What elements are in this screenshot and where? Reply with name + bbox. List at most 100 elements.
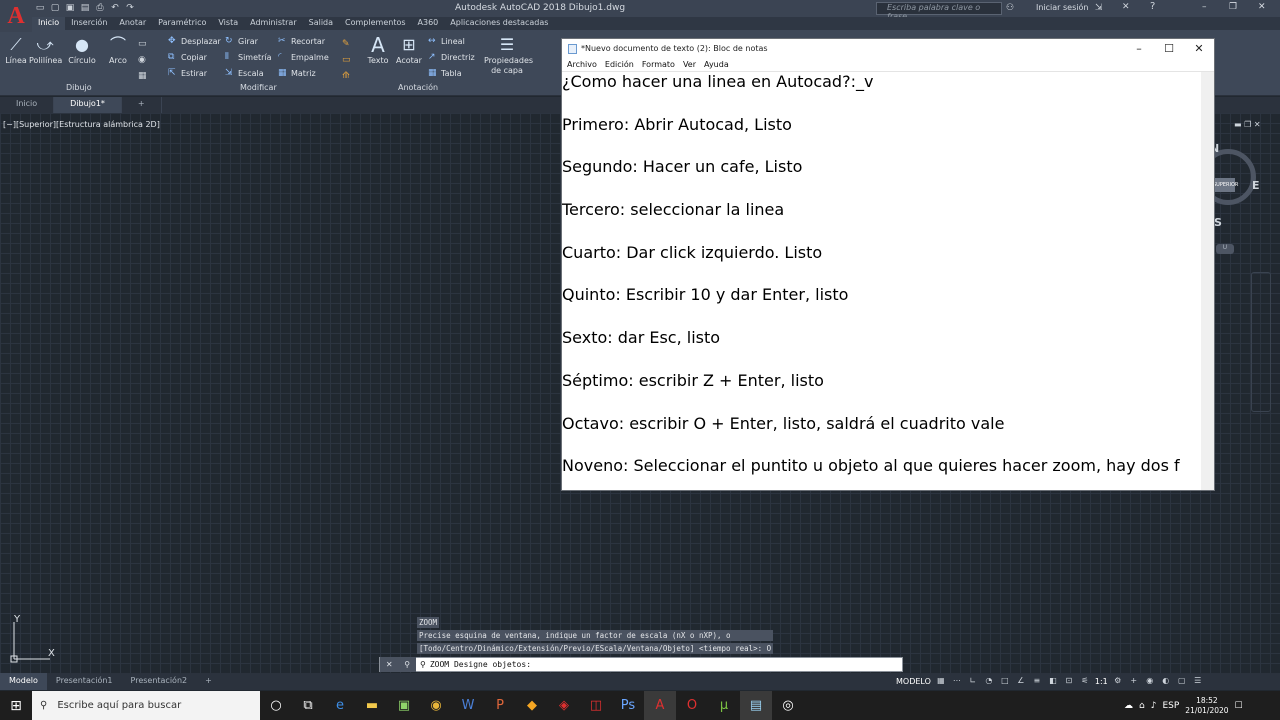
tab-a360[interactable]: A360: [412, 17, 445, 30]
close-command-icon[interactable]: ✕: [386, 660, 393, 669]
mirror-button[interactable]: ⫴ Simetría: [225, 52, 272, 62]
save-as-icon[interactable]: ▤: [79, 2, 91, 14]
move-button[interactable]: ✥ Desplazar: [168, 36, 221, 46]
menu-ver[interactable]: Ver: [683, 58, 701, 71]
menu-edicion[interactable]: Edición: [605, 58, 639, 71]
obs-icon[interactable]: ◎: [772, 691, 804, 720]
modify-extra-icons[interactable]: ✎ ▭ ⟰: [342, 36, 351, 84]
menu-ayuda[interactable]: Ayuda: [704, 58, 734, 71]
tab-anotar[interactable]: Anotar: [113, 17, 152, 30]
navigation-bar[interactable]: [1251, 272, 1271, 412]
file-explorer-icon[interactable]: ▬: [356, 691, 388, 720]
plus-icon[interactable]: +: [1128, 675, 1140, 687]
wcs-menu[interactable]: U: [1216, 244, 1234, 254]
trim-button[interactable]: ✂ Recortar: [278, 36, 325, 46]
redo-icon[interactable]: ↷: [124, 2, 136, 14]
autocad-icon[interactable]: A: [644, 691, 676, 720]
rotate-button[interactable]: ↻ Girar: [225, 36, 258, 46]
notepad-text-area[interactable]: ¿Como hacer una linea en Autocad?:_v Pri…: [562, 72, 1202, 490]
osnap-icon[interactable]: □: [999, 675, 1011, 687]
tab-inicio[interactable]: Inicio: [32, 17, 66, 30]
cart-icon[interactable]: ⇲: [1095, 3, 1103, 13]
layout-tab-modelo[interactable]: Modelo: [0, 673, 47, 690]
undo-icon[interactable]: ↶: [109, 2, 121, 14]
stretch-button[interactable]: ⇱ Estirar: [168, 68, 207, 78]
sticky-icon[interactable]: ◆: [516, 691, 548, 720]
new-icon[interactable]: ▭: [34, 2, 46, 14]
help-icon[interactable]: ?: [1150, 1, 1155, 12]
start-button[interactable]: ⊞: [0, 691, 32, 720]
customize-icon[interactable]: ⚲: [404, 660, 410, 669]
notepad-taskbar-icon[interactable]: ▤: [740, 691, 772, 720]
task-view-icon[interactable]: ⧉: [292, 691, 324, 720]
command-search-icon[interactable]: ⚲: [416, 660, 426, 669]
app-logo[interactable]: A: [0, 0, 32, 32]
line-tool[interactable]: ⟋ Línea: [0, 34, 32, 65]
chrome-icon[interactable]: ◉: [420, 691, 452, 720]
panel-dibujo[interactable]: Dibujo: [66, 83, 92, 92]
autodesk-app-icon[interactable]: ◈: [548, 691, 580, 720]
tab-salida[interactable]: Salida: [303, 17, 339, 30]
arc-tool[interactable]: ⌒ Arco: [102, 34, 134, 65]
layer-properties-tool[interactable]: ☰ Propiedades de capa: [484, 34, 533, 76]
settings-icon[interactable]: ⚙: [1112, 675, 1124, 687]
annotation-scale-icon[interactable]: ⚟: [1079, 675, 1091, 687]
exchange-icon[interactable]: ✕: [1122, 2, 1130, 12]
notepad-scrollbar[interactable]: [1201, 72, 1214, 490]
tab-parametrico[interactable]: Paramétrico: [152, 17, 212, 30]
layout-tab-presentacion2[interactable]: Presentación2: [122, 673, 197, 690]
opera-icon[interactable]: O: [676, 691, 708, 720]
command-prompt[interactable]: ZOOM Designe objetos:: [426, 660, 531, 669]
print-icon[interactable]: ⎙: [94, 2, 106, 14]
notepad-maximize-button[interactable]: ☐: [1154, 39, 1184, 58]
signin-link[interactable]: Iniciar sesión: [1036, 3, 1088, 12]
polyline-tool[interactable]: ⤻ Polilínea: [29, 34, 62, 65]
ortho-icon[interactable]: ∟: [967, 675, 979, 687]
user-icon[interactable]: ⚇: [1006, 3, 1014, 13]
store-icon[interactable]: ▣: [388, 691, 420, 720]
annotation-scale[interactable]: 1:1: [1095, 677, 1108, 686]
save-icon[interactable]: ▣: [64, 2, 76, 14]
tab-insercion[interactable]: Inserción: [65, 17, 113, 30]
leader-button[interactable]: ↗ Directriz: [428, 52, 475, 62]
tab-aplicaciones[interactable]: Aplicaciones destacadas: [444, 17, 554, 30]
draw-extra-icons[interactable]: ▭ ◉ ▦: [138, 36, 147, 84]
doc-tab-dibujo1[interactable]: Dibujo1*: [54, 97, 122, 113]
command-line[interactable]: ✕ ⚲ ⚲ ZOOM Designe objetos:: [379, 657, 903, 672]
table-button[interactable]: ▦ Tabla: [428, 68, 462, 78]
clock[interactable]: 18:52 21/01/2020: [1185, 696, 1228, 716]
tab-administrar[interactable]: Administrar: [244, 17, 303, 30]
new-tab-button[interactable]: +: [122, 97, 162, 113]
scale-button[interactable]: ⇲ Escala: [225, 68, 264, 78]
panel-modificar[interactable]: Modificar: [240, 83, 277, 92]
viewcube-east[interactable]: E: [1252, 179, 1260, 192]
isolate-icon[interactable]: ◉: [1144, 675, 1156, 687]
photoshop-icon[interactable]: Ps: [612, 691, 644, 720]
language-icon[interactable]: ESP: [1162, 701, 1179, 711]
menu-archivo[interactable]: Archivo: [567, 58, 602, 71]
otrack-icon[interactable]: ∠: [1015, 675, 1027, 687]
open-icon[interactable]: ▢: [49, 2, 61, 14]
pdf-icon[interactable]: ◫: [580, 691, 612, 720]
viewport-window-controls[interactable]: ▬ ❐ ✕: [1234, 120, 1261, 129]
weather-icon[interactable]: ☁: [1124, 701, 1133, 711]
viewport-controls[interactable]: [−][Superior][Estructura alámbrica 2D]: [3, 120, 160, 129]
lineweight-icon[interactable]: ≡: [1031, 675, 1043, 687]
transparency-icon[interactable]: ◧: [1047, 675, 1059, 687]
fillet-button[interactable]: ◜ Empalme: [278, 52, 329, 62]
selection-cycling-icon[interactable]: ⊡: [1063, 675, 1075, 687]
taskbar-search[interactable]: ⚲ Escribe aquí para buscar: [32, 691, 260, 720]
utorrent-icon[interactable]: µ: [708, 691, 740, 720]
linear-button[interactable]: ↔ Lineal: [428, 36, 465, 46]
viewcube-south[interactable]: S: [1214, 216, 1222, 229]
notepad-minimize-button[interactable]: –: [1124, 39, 1154, 58]
circle-tool[interactable]: ● Círculo: [66, 34, 98, 65]
close-button[interactable]: ✕: [1258, 2, 1266, 12]
tab-complementos[interactable]: Complementos: [339, 17, 411, 30]
search-input[interactable]: Escriba palabra clave o frase: [876, 2, 1002, 21]
doc-tab-inicio[interactable]: Inicio: [0, 97, 55, 113]
layout-tab-presentacion1[interactable]: Presentación1: [47, 673, 122, 690]
add-layout-button[interactable]: +: [196, 673, 221, 690]
menu-formato[interactable]: Formato: [642, 58, 680, 71]
minimize-button[interactable]: –: [1202, 2, 1207, 12]
